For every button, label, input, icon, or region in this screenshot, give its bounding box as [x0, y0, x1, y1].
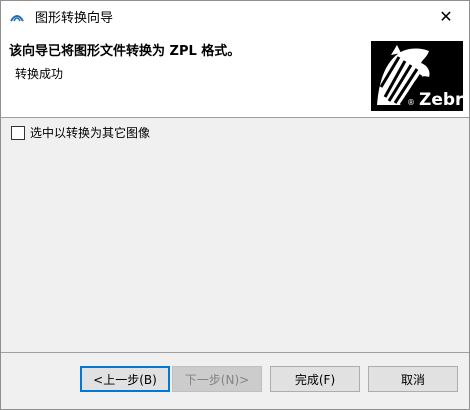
wizard-header: 该向导已将图形文件转换为 ZPL 格式。 转换成功 Zebra ® — [1, 31, 469, 118]
app-icon — [10, 15, 24, 22]
convert-other-option[interactable]: 选中以转换为其它图像 — [11, 124, 150, 141]
header-title: 该向导已将图形文件转换为 ZPL 格式。 — [9, 44, 241, 59]
close-icon: ✕ — [439, 6, 453, 26]
convert-other-label[interactable]: 选中以转换为其它图像 — [30, 124, 150, 141]
cancel-button[interactable]: 取消 — [368, 366, 458, 392]
logo-text: Zebra — [419, 90, 463, 110]
zebra-logo: Zebra ® — [371, 41, 463, 111]
wizard-window: 图形转换向导 ✕ 该向导已将图形文件转换为 ZPL 格式。 转换成功 Zebra… — [0, 0, 470, 410]
header-subtitle: 转换成功 — [15, 67, 64, 81]
footer-divider — [1, 352, 469, 353]
next-button[interactable]: 下一步(N)> — [172, 366, 262, 392]
registered-mark: ® — [407, 98, 415, 107]
close-button[interactable]: ✕ — [423, 1, 469, 31]
title-bar: 图形转换向导 ✕ — [1, 1, 469, 31]
back-button[interactable]: <上一步(B) — [80, 366, 170, 392]
convert-other-checkbox[interactable] — [11, 125, 25, 140]
window-title: 图形转换向导 — [35, 11, 114, 26]
finish-button[interactable]: 完成(F) — [270, 366, 360, 392]
